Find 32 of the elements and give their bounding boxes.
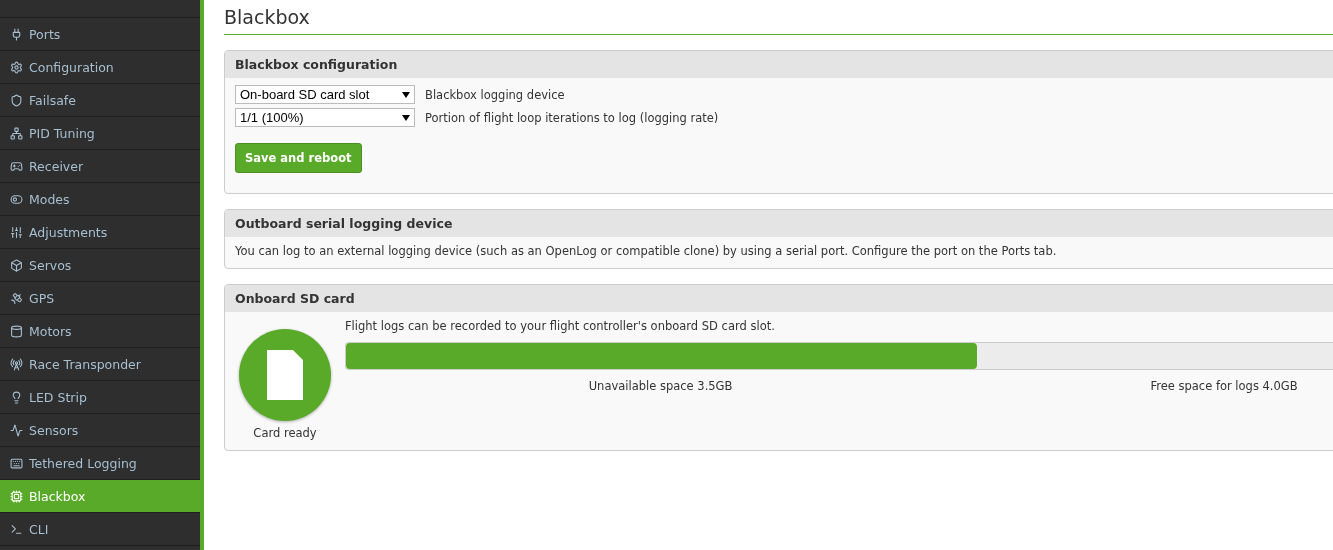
satellite-icon: [10, 291, 23, 305]
antenna-icon: [10, 357, 23, 371]
description: You can log to an external logging device (such as an OpenLog or compatible clone) by using a serial port. Configure the port on the Ports tab.: [235, 244, 1057, 258]
used-space-label: Unavailable space 3.5GB: [587, 379, 734, 393]
keyboard-icon: [10, 456, 23, 470]
plug-icon: [10, 27, 23, 41]
sliders-icon: [10, 225, 23, 239]
dropdown[interactable]: 1/1 (100%): [235, 108, 415, 127]
pulse-icon: [10, 423, 23, 437]
shield-icon: [10, 93, 23, 107]
gamepad-icon: [10, 159, 23, 173]
chip-icon: [10, 489, 23, 503]
network-icon: [10, 126, 23, 140]
panel-title: Outboard serial logging device: [225, 210, 1333, 237]
status-text: Card ready: [253, 426, 317, 440]
dropdown[interactable]: On-board SD card slot: [235, 85, 415, 104]
description: Flight logs can be recorded to your flight controller's onboard SD card slot.: [345, 319, 776, 333]
setting-label: Portion of flight loop iterations to log (logging rate): [425, 110, 719, 125]
cylinder-icon: [10, 324, 23, 338]
caret-icon: [402, 91, 410, 98]
terminal-icon: [10, 522, 23, 536]
free-space-label: Free space for logs 4.0GB: [1149, 379, 1299, 393]
setting-label: Blackbox logging device: [425, 87, 565, 102]
panel-title: Onboard SD card: [225, 285, 1333, 312]
bulb-icon: [10, 390, 23, 404]
sd-card-status-icon: [239, 329, 331, 421]
caret-icon: [402, 114, 410, 121]
panel-title: Blackbox configuration: [225, 51, 1333, 78]
toggle-icon: [10, 192, 23, 206]
page-title: Blackbox: [224, 0, 1333, 35]
settings-icon: [10, 60, 23, 74]
box-icon: [10, 258, 23, 272]
